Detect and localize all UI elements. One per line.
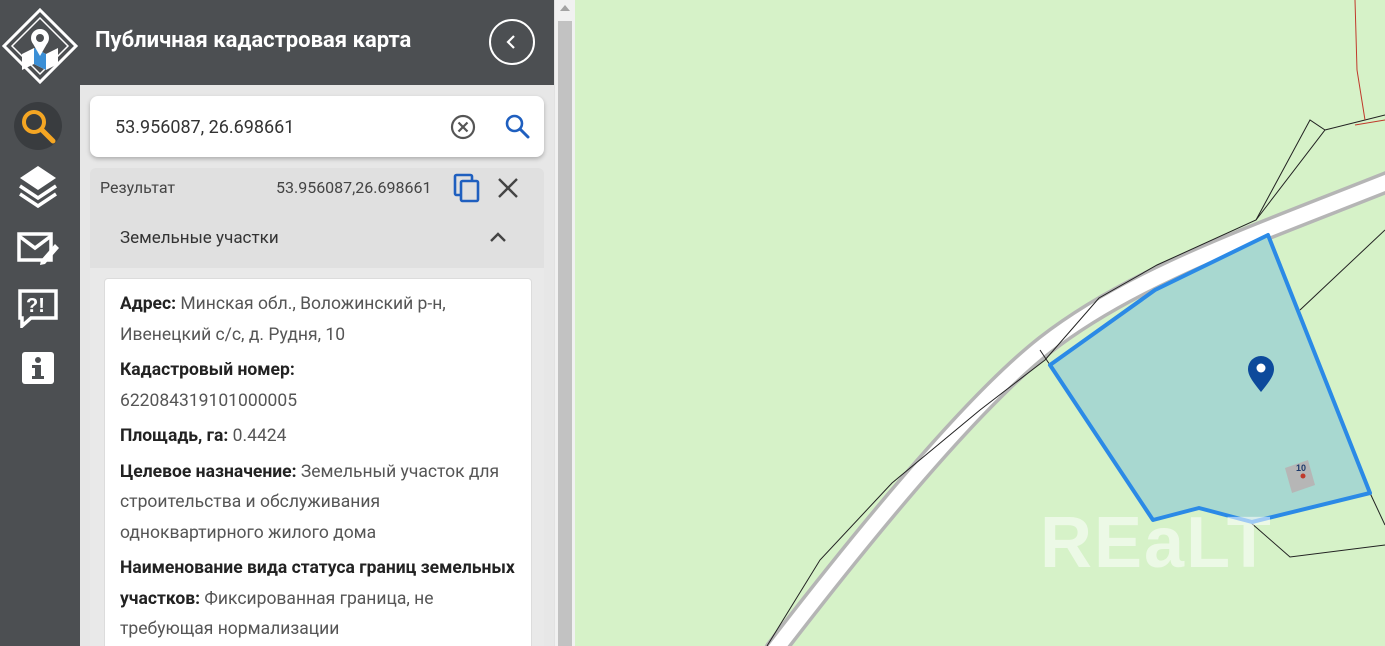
cadastral-value: 622084319101000005: [120, 390, 298, 411]
search-input[interactable]: [115, 114, 435, 140]
panel-header: Публичная кадастровая карта: [80, 0, 554, 85]
nav-help-button[interactable]: ?!: [14, 284, 62, 332]
area-label: Площадь, га:: [120, 426, 229, 446]
parcel-info: Адрес: Минская обл., Воложинский р-н, Ив…: [120, 289, 525, 646]
building-number-label: 10: [1296, 463, 1306, 473]
logo-icon[interactable]: [1, 7, 79, 85]
panel-scrollbar[interactable]: [554, 0, 575, 646]
boundary-line: [1354, 119, 1385, 126]
search-submit-icon[interactable]: [504, 113, 530, 139]
section-body: Адрес: Минская обл., Воложинский р-н, Ив…: [90, 268, 544, 646]
watermark: REaLT: [1040, 503, 1273, 583]
scroll-up-arrow-icon[interactable]: [560, 5, 570, 11]
question-chat-icon: ?!: [18, 289, 58, 328]
chevron-up-icon: [490, 232, 506, 242]
search-icon: [22, 110, 56, 144]
info-icon: [22, 352, 54, 384]
chevron-left-icon: [506, 35, 515, 49]
parcel-info-card: Адрес: Минская обл., Воложинский р-н, Ив…: [104, 278, 532, 646]
mail-edit-icon: [17, 232, 59, 265]
map-canvas[interactable]: 10 REaLT: [575, 0, 1385, 646]
search-box: [90, 96, 544, 157]
clear-search-icon[interactable]: [450, 114, 476, 140]
side-panel: Публичная кадастровая карта Результат 53…: [80, 0, 554, 646]
close-result-icon[interactable]: [496, 176, 520, 200]
land-parcels-section-header[interactable]: Земельные участки: [90, 208, 544, 268]
nav-info-button[interactable]: [14, 344, 62, 392]
nav-search-button[interactable]: [14, 102, 62, 150]
result-bar: Результат 53.956087,26.698661: [90, 168, 544, 208]
selected-parcel[interactable]: [1048, 233, 1372, 524]
result-coords: 53.956087,26.698661: [276, 178, 432, 197]
section-title: Земельные участки: [120, 228, 279, 248]
cadastral-label: Кадастровый номер:: [120, 360, 295, 380]
boundary-line: [1354, 0, 1366, 121]
purpose-label: Целевое назначение:: [120, 461, 297, 482]
nav-rail: ?!: [0, 0, 80, 646]
address-row: Адрес: Минская обл., Воложинский р-н, Ив…: [120, 289, 525, 350]
nav-feedback-button[interactable]: [14, 224, 62, 272]
svg-text:?!: ?!: [26, 295, 45, 317]
building-point: [1300, 473, 1306, 479]
layers-icon: [19, 166, 57, 208]
scroll-thumb[interactable]: [558, 21, 572, 646]
area-value: 0.4424: [232, 426, 287, 446]
app-title: Публичная кадастровая карта: [95, 28, 412, 53]
collapse-panel-button[interactable]: [489, 19, 535, 65]
address-label: Адрес:: [120, 294, 177, 314]
cadastral-line: [1369, 492, 1385, 526]
area-row: Площадь, га: 0.4424: [120, 421, 525, 452]
result-label: Результат: [100, 178, 176, 197]
copy-icon[interactable]: [452, 173, 482, 203]
cadastral-line: [1299, 229, 1385, 311]
nav-layers-button[interactable]: [14, 162, 62, 210]
purpose-row: Целевое назначение: Земельный участок дл…: [120, 457, 525, 549]
cadastral-row: Кадастровый номер: 622084319101000005: [120, 355, 525, 416]
boundary-row: Наименование вида статуса границ земельн…: [120, 553, 525, 645]
